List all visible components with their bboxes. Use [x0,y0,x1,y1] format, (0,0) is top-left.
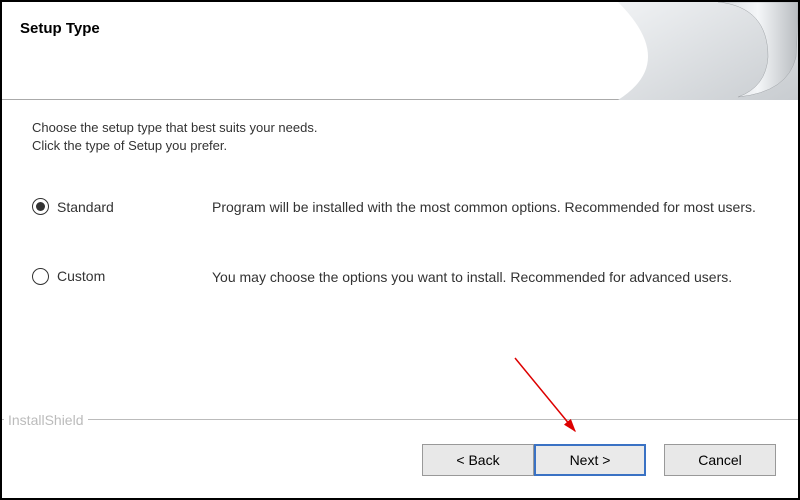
page-title: Setup Type [20,20,100,37]
wizard-header: Setup Type [2,2,798,100]
radio-dot-icon [36,202,45,211]
footer-divider [2,419,798,420]
option-custom[interactable]: Custom You may choose the options you wa… [32,268,768,288]
intro-text-2: Click the type of Setup you prefer. [32,138,768,153]
option-standard-label: Standard [57,199,114,215]
page-curl-icon [618,2,798,100]
radio-custom[interactable] [32,268,49,285]
next-button[interactable]: Next > [534,444,646,476]
option-custom-label: Custom [57,268,105,284]
button-row: < Back Next > Cancel [422,444,776,476]
intro-text-1: Choose the setup type that best suits yo… [32,120,768,135]
radio-standard[interactable] [32,198,49,215]
brand-label: InstallShield [4,412,88,428]
back-button[interactable]: < Back [422,444,534,476]
option-standard[interactable]: Standard Program will be installed with … [32,198,768,218]
cancel-button[interactable]: Cancel [664,444,776,476]
option-standard-description: Program will be installed with the most … [212,198,768,218]
option-custom-description: You may choose the options you want to i… [212,268,768,288]
annotation-arrow-icon [510,353,590,443]
wizard-content: Choose the setup type that best suits yo… [2,100,798,357]
